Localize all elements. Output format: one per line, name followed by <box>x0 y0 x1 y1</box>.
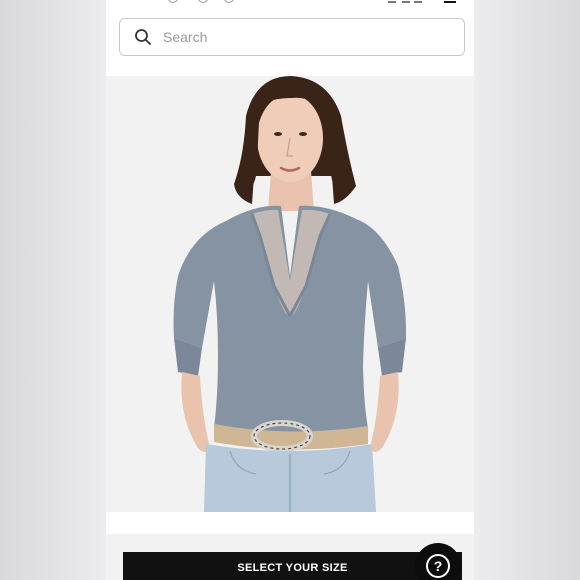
nav-icon[interactable] <box>168 0 178 3</box>
mobile-page: SELECT YOUR SIZE ? <box>106 0 474 580</box>
bag-icon[interactable] <box>444 0 456 3</box>
select-size-button[interactable]: SELECT YOUR SIZE <box>123 552 462 580</box>
hamburger-icon[interactable] <box>122 0 144 3</box>
search-input[interactable] <box>161 28 425 46</box>
wishlist-icon[interactable] <box>402 0 410 3</box>
store-icon[interactable] <box>414 0 422 3</box>
search-bar[interactable] <box>119 18 465 56</box>
account-icon[interactable] <box>388 0 396 3</box>
question-mark-icon: ? <box>426 554 450 578</box>
nav-icon[interactable] <box>224 0 234 3</box>
header-actions <box>388 0 458 3</box>
product-photo <box>106 76 474 512</box>
section-divider <box>106 512 474 534</box>
search-icon[interactable] <box>134 28 152 46</box>
background-left <box>0 0 106 580</box>
background-right <box>474 0 580 580</box>
top-navigation <box>106 0 474 8</box>
nav-icon[interactable] <box>198 0 208 3</box>
product-image[interactable] <box>106 76 474 512</box>
